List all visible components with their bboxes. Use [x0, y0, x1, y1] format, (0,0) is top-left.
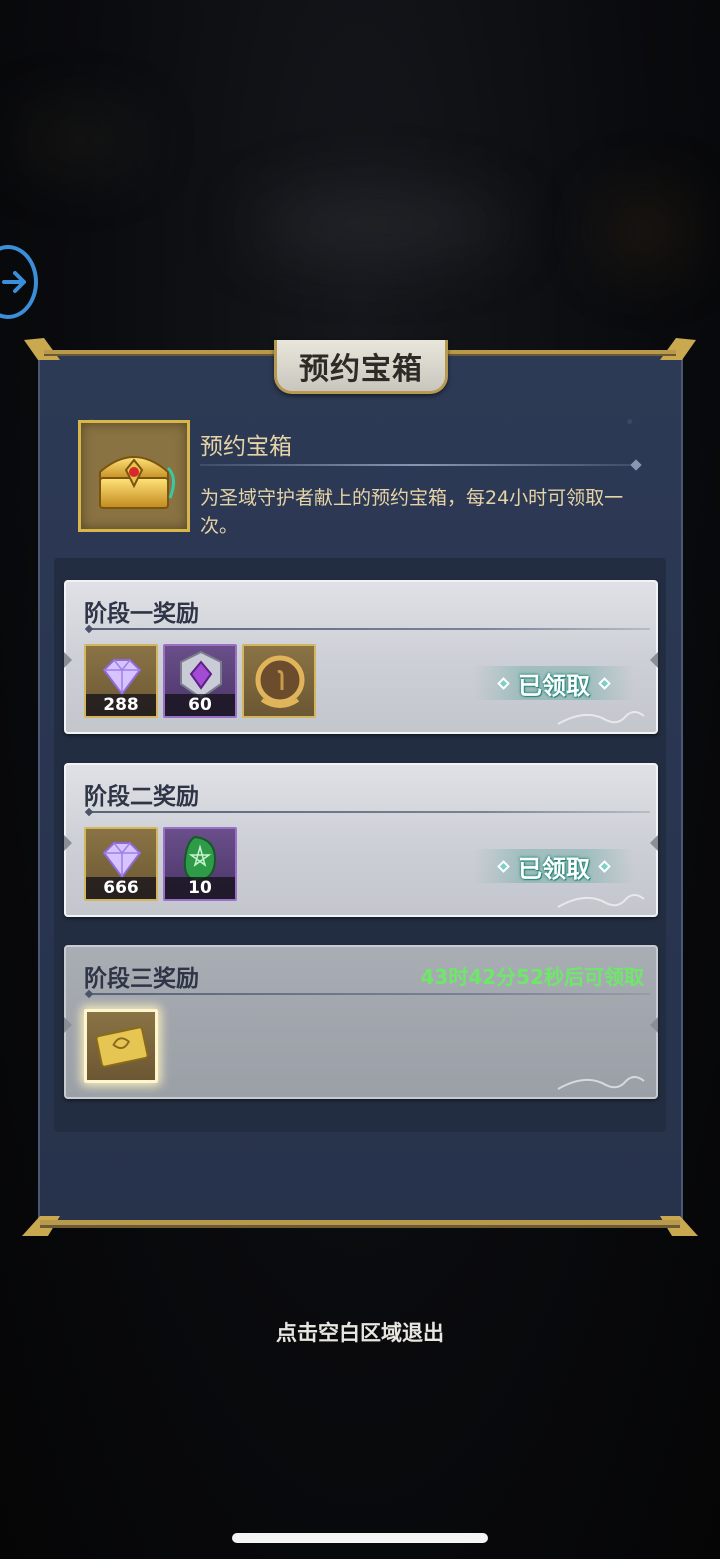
stage-divider — [86, 811, 650, 813]
stage-title: 阶段一奖励 — [84, 601, 199, 627]
stage-divider — [86, 628, 650, 630]
claimed-status: 已领取 — [474, 849, 634, 883]
reward-quantity: 10 — [165, 877, 235, 899]
arrow-right-icon — [2, 271, 26, 293]
background-blur — [600, 190, 690, 270]
swirl-ornament-icon — [557, 711, 645, 725]
stage-card-3: 阶段三奖励 43时42分52秒后可领取 — [64, 945, 658, 1099]
swirl-ornament-icon — [557, 1076, 645, 1090]
stage-divider — [86, 993, 650, 995]
claimed-status: 已领取 — [474, 666, 634, 700]
stage-card-1: 阶段一奖励 288 60 已领取 — [64, 580, 658, 734]
chest-item-name: 预约宝箱 — [200, 434, 292, 460]
reward-item[interactable] — [242, 644, 316, 718]
reward-item[interactable] — [84, 1009, 158, 1083]
reward-quantity: 60 — [165, 694, 235, 716]
dialog-bottom-frame — [22, 1216, 698, 1236]
reward-quantity: 666 — [86, 877, 156, 899]
claimed-label: 已领取 — [518, 671, 590, 700]
gold-laurel-frame-icon — [255, 655, 305, 708]
reward-item[interactable]: 288 — [84, 644, 158, 718]
background-blur — [250, 190, 510, 260]
stage-title: 阶段三奖励 — [84, 966, 199, 992]
background-blur — [20, 110, 140, 170]
header-divider — [200, 464, 636, 466]
gold-card-icon — [95, 1026, 149, 1068]
claimed-label: 已领取 — [518, 854, 590, 883]
side-expand-button[interactable] — [0, 245, 38, 319]
countdown-timer: 43时42分52秒后可领取 — [420, 965, 645, 989]
treasure-chest-icon — [99, 456, 175, 509]
reward-quantity: 288 — [86, 694, 156, 716]
tap-blank-to-exit-hint[interactable]: 点击空白区域退出 — [0, 1317, 720, 1347]
stage-title: 阶段二奖励 — [84, 784, 199, 810]
dialog-title: 预约宝箱 — [299, 351, 423, 387]
swirl-ornament-icon — [557, 894, 645, 908]
reward-item[interactable]: 666 — [84, 827, 158, 901]
dialog-title-plaque: 预约宝箱 — [274, 340, 448, 394]
stage-card-2: 阶段二奖励 666 10 已领取 — [64, 763, 658, 917]
home-indicator[interactable] — [232, 1533, 488, 1543]
reward-item[interactable]: 10 — [163, 827, 237, 901]
chest-item-frame[interactable] — [78, 420, 190, 532]
chest-item-description: 为圣域守护者献上的预约宝箱，每24小时可领取一次。 — [200, 487, 624, 537]
reward-item[interactable]: 60 — [163, 644, 237, 718]
